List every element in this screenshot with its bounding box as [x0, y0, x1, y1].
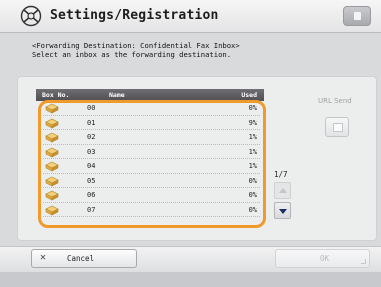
url-send-label: URL Send — [318, 97, 352, 105]
settings-registration-icon — [20, 5, 42, 27]
instruction-prompt: Select an inbox as the forwarding destin… — [32, 49, 232, 59]
page-indicator: 1/7 — [274, 170, 288, 179]
page-title: Settings/Registration — [50, 8, 219, 23]
ok-button[interactable]: OK — [275, 249, 370, 268]
instructions: <Forwarding Destination: Confidential Fa… — [32, 41, 240, 59]
title-action-button[interactable] — [343, 6, 371, 26]
url-send-button[interactable] — [325, 117, 349, 137]
corner-icon — [361, 259, 366, 264]
cancel-button[interactable]: ✕ Cancel — [31, 249, 137, 268]
arrow-down-icon — [279, 209, 287, 214]
document-icon — [354, 12, 361, 20]
scroll-up-button[interactable] — [274, 182, 291, 199]
ok-label: OK — [320, 254, 330, 263]
arrow-up-icon — [279, 188, 287, 193]
column-used: Used — [241, 91, 257, 99]
column-box-no: Box No. — [42, 91, 70, 99]
scroll-down-button[interactable] — [274, 202, 291, 219]
cancel-label: Cancel — [67, 254, 95, 263]
status-strip — [0, 272, 381, 287]
selection-frame — [38, 100, 266, 228]
column-name: Name — [109, 91, 125, 99]
document-icon — [333, 123, 343, 132]
close-icon: ✕ — [40, 252, 47, 263]
title-bar: Settings/Registration — [0, 0, 381, 33]
